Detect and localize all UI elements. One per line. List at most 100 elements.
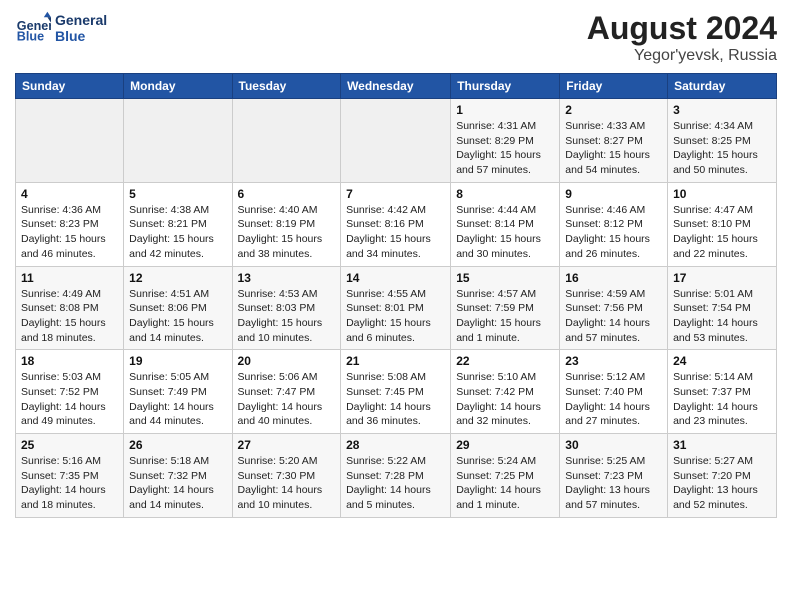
day-number: 11 [21, 271, 118, 285]
calendar-cell: 3Sunrise: 4:34 AMSunset: 8:25 PMDaylight… [668, 99, 777, 183]
weekday-header-thursday: Thursday [451, 74, 560, 99]
day-number: 31 [673, 438, 771, 452]
day-number: 7 [346, 187, 445, 201]
day-info: Sunrise: 4:47 AMSunset: 8:10 PMDaylight:… [673, 203, 771, 262]
day-info: Sunrise: 4:57 AMSunset: 7:59 PMDaylight:… [456, 287, 554, 346]
weekday-header-saturday: Saturday [668, 74, 777, 99]
calendar-cell [232, 99, 341, 183]
day-number: 1 [456, 103, 554, 117]
day-number: 17 [673, 271, 771, 285]
day-info: Sunrise: 5:20 AMSunset: 7:30 PMDaylight:… [238, 454, 336, 513]
page-header: General Blue General Blue August 2024 Ye… [15, 10, 777, 65]
weekday-header-sunday: Sunday [16, 74, 124, 99]
calendar-cell: 26 Sunrise: 5:18 AMSunset: 7:32 PMDayligh… [124, 434, 232, 518]
calendar-week-row: 1 Sunrise: 4:31 AMSunset: 8:29 PMDaylight… [16, 99, 777, 183]
logo-general: General [55, 12, 107, 28]
day-number: 15 [456, 271, 554, 285]
calendar-week-row: 11 Sunrise: 4:49 AMSunset: 8:08 PMDayligh… [16, 266, 777, 350]
day-info: Sunrise: 5:05 AMSunset: 7:49 PMDaylight:… [129, 370, 226, 429]
day-info: Sunrise: 5:01 AMSunset: 7:54 PMDaylight:… [673, 287, 771, 346]
day-number: 9 [565, 187, 662, 201]
day-number: 19 [129, 354, 226, 368]
day-number: 4 [21, 187, 118, 201]
calendar-week-row: 18Sunrise: 5:03 AMSunset: 7:52 PMDayligh… [16, 350, 777, 434]
day-info: Sunrise: 5:18 AMSunset: 7:32 PMDaylight:… [129, 454, 226, 513]
day-info: Sunrise: 5:24 AMSunset: 7:25 PMDaylight:… [456, 454, 554, 513]
calendar-cell: 5Sunrise: 4:38 AMSunset: 8:21 PMDaylight… [124, 182, 232, 266]
calendar-cell: 30 Sunrise: 5:25 AMSunset: 7:23 PMDayligh… [560, 434, 668, 518]
day-number: 27 [238, 438, 336, 452]
calendar-cell: 6 Sunrise: 4:40 AMSunset: 8:19 PMDaylight… [232, 182, 341, 266]
day-info: Sunrise: 4:53 AMSunset: 8:03 PMDaylight:… [238, 287, 336, 346]
calendar-cell [16, 99, 124, 183]
calendar-cell: 16 Sunrise: 4:59 AMSunset: 7:56 PMDayligh… [560, 266, 668, 350]
day-number: 20 [238, 354, 336, 368]
day-info: Sunrise: 4:31 AMSunset: 8:29 PMDaylight:… [456, 119, 554, 178]
calendar-cell: 19 Sunrise: 5:05 AMSunset: 7:49 PMDayligh… [124, 350, 232, 434]
logo-icon: General Blue [15, 10, 51, 46]
day-info: Sunrise: 4:38 AMSunset: 8:21 PMDaylight:… [129, 203, 226, 262]
calendar-cell: 21Sunrise: 5:08 AMSunset: 7:45 PMDayligh… [341, 350, 451, 434]
calendar-cell: 24 Sunrise: 5:14 AMSunset: 7:37 PMDayligh… [668, 350, 777, 434]
weekday-header-friday: Friday [560, 74, 668, 99]
day-info: Sunrise: 4:46 AMSunset: 8:12 PMDaylight:… [565, 203, 662, 262]
day-info: Sunrise: 4:40 AMSunset: 8:19 PMDaylight:… [238, 203, 336, 262]
day-number: 6 [238, 187, 336, 201]
calendar-cell: 28 Sunrise: 5:22 AMSunset: 7:28 PMDayligh… [341, 434, 451, 518]
day-info: Sunrise: 5:03 AMSunset: 7:52 PMDaylight:… [21, 370, 118, 429]
calendar-cell: 29 Sunrise: 5:24 AMSunset: 7:25 PMDayligh… [451, 434, 560, 518]
calendar-cell: 9 Sunrise: 4:46 AMSunset: 8:12 PMDaylight… [560, 182, 668, 266]
calendar-cell: 23Sunrise: 5:12 AMSunset: 7:40 PMDayligh… [560, 350, 668, 434]
calendar-subtitle: Yegor'yevsk, Russia [587, 47, 777, 65]
day-number: 28 [346, 438, 445, 452]
day-number: 14 [346, 271, 445, 285]
day-info: Sunrise: 4:34 AMSunset: 8:25 PMDaylight:… [673, 119, 771, 178]
day-info: Sunrise: 5:16 AMSunset: 7:35 PMDaylight:… [21, 454, 118, 513]
day-info: Sunrise: 4:55 AMSunset: 8:01 PMDaylight:… [346, 287, 445, 346]
day-number: 12 [129, 271, 226, 285]
calendar-cell: 18Sunrise: 5:03 AMSunset: 7:52 PMDayligh… [16, 350, 124, 434]
calendar-table: SundayMondayTuesdayWednesdayThursdayFrid… [15, 73, 777, 518]
calendar-cell: 27 Sunrise: 5:20 AMSunset: 7:30 PMDayligh… [232, 434, 341, 518]
day-info: Sunrise: 4:44 AMSunset: 8:14 PMDaylight:… [456, 203, 554, 262]
day-info: Sunrise: 5:14 AMSunset: 7:37 PMDaylight:… [673, 370, 771, 429]
calendar-cell: 15 Sunrise: 4:57 AMSunset: 7:59 PMDayligh… [451, 266, 560, 350]
title-block: August 2024 Yegor'yevsk, Russia [587, 10, 777, 65]
day-number: 8 [456, 187, 554, 201]
calendar-cell: 20Sunrise: 5:06 AMSunset: 7:47 PMDayligh… [232, 350, 341, 434]
calendar-week-row: 4 Sunrise: 4:36 AMSunset: 8:23 PMDaylight… [16, 182, 777, 266]
day-info: Sunrise: 5:10 AMSunset: 7:42 PMDaylight:… [456, 370, 554, 429]
day-info: Sunrise: 4:42 AMSunset: 8:16 PMDaylight:… [346, 203, 445, 262]
day-number: 10 [673, 187, 771, 201]
day-info: Sunrise: 4:33 AMSunset: 8:27 PMDaylight:… [565, 119, 662, 178]
calendar-cell: 8 Sunrise: 4:44 AMSunset: 8:14 PMDaylight… [451, 182, 560, 266]
day-number: 29 [456, 438, 554, 452]
calendar-cell: 13 Sunrise: 4:53 AMSunset: 8:03 PMDayligh… [232, 266, 341, 350]
calendar-cell: 10 Sunrise: 4:47 AMSunset: 8:10 PMDayligh… [668, 182, 777, 266]
calendar-cell: 12 Sunrise: 4:51 AMSunset: 8:06 PMDayligh… [124, 266, 232, 350]
day-number: 2 [565, 103, 662, 117]
weekday-header-row: SundayMondayTuesdayWednesdayThursdayFrid… [16, 74, 777, 99]
day-number: 13 [238, 271, 336, 285]
calendar-cell: 17 Sunrise: 5:01 AMSunset: 7:54 PMDayligh… [668, 266, 777, 350]
day-number: 16 [565, 271, 662, 285]
calendar-cell: 1 Sunrise: 4:31 AMSunset: 8:29 PMDaylight… [451, 99, 560, 183]
day-number: 23 [565, 354, 662, 368]
logo: General Blue General Blue [15, 10, 107, 46]
day-info: Sunrise: 4:51 AMSunset: 8:06 PMDaylight:… [129, 287, 226, 346]
calendar-cell: 7 Sunrise: 4:42 AMSunset: 8:16 PMDaylight… [341, 182, 451, 266]
day-info: Sunrise: 4:36 AMSunset: 8:23 PMDaylight:… [21, 203, 118, 262]
day-info: Sunrise: 5:22 AMSunset: 7:28 PMDaylight:… [346, 454, 445, 513]
day-info: Sunrise: 4:49 AMSunset: 8:08 PMDaylight:… [21, 287, 118, 346]
day-number: 22 [456, 354, 554, 368]
logo-blue: Blue [55, 28, 107, 44]
svg-text:Blue: Blue [17, 30, 44, 44]
calendar-title: August 2024 [587, 10, 777, 47]
day-number: 26 [129, 438, 226, 452]
day-number: 24 [673, 354, 771, 368]
calendar-cell [341, 99, 451, 183]
calendar-cell: 31Sunrise: 5:27 AMSunset: 7:20 PMDayligh… [668, 434, 777, 518]
day-info: Sunrise: 5:25 AMSunset: 7:23 PMDaylight:… [565, 454, 662, 513]
day-info: Sunrise: 4:59 AMSunset: 7:56 PMDaylight:… [565, 287, 662, 346]
day-number: 30 [565, 438, 662, 452]
